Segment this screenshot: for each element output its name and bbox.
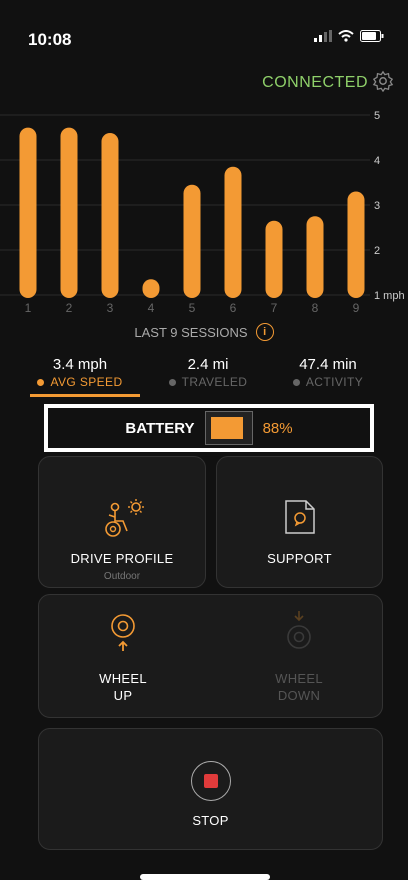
metric-value: 2.4 mi [187,356,229,373]
bar-session-5 [183,184,201,298]
stop-title: STOP [192,813,229,828]
metric-value: 3.4 mph [52,356,108,373]
gear-icon[interactable] [372,70,394,92]
status-time: 10:08 [28,30,72,49]
wheel-controls: WHEEL UP WHEEL DOWN [38,594,383,718]
bar-session-6 [224,166,242,298]
metric-label: ACTIVITY [305,375,364,389]
y-tick-label: 2 [374,245,380,257]
x-tick-label: 5 [189,301,196,315]
bar-session-4 [142,279,160,298]
dot-icon [292,378,300,386]
bar-session-9 [347,191,365,298]
x-tick-label: 3 [107,301,114,315]
y-tick-label: 3 [374,200,380,212]
stop-button[interactable]: STOP [38,728,383,850]
wheel-up-line1: WHEEL [99,671,147,686]
wheel-down-line2: DOWN [277,688,321,703]
wheel-down-icon [287,611,311,649]
battery-indicator: BATTERY 88% [44,404,374,452]
y-tick-label: 5 [374,110,380,122]
battery-fill [210,417,243,439]
drive-profile-subtitle: Outdoor [103,571,141,582]
drive-profile-title: DRIVE PROFILE [70,551,174,566]
metric-activity[interactable]: 47.4 min ACTIVITY [268,356,388,389]
metric-label: AVG SPEED [50,375,123,389]
support-button[interactable]: SUPPORT [216,456,383,588]
x-tick-label: 4 [148,301,155,315]
bar-session-8 [306,216,324,298]
signal-icon [314,30,332,42]
wheel-up-button[interactable]: WHEEL UP [39,595,207,719]
wheel-down-button[interactable]: WHEEL DOWN [215,595,383,719]
home-indicator [140,874,270,880]
bar-session-1 [19,127,37,298]
metric-label: TRAVELED [181,375,248,389]
sessions-label: LAST 9 SESSIONS [134,324,248,340]
x-tick-label: 2 [66,301,73,315]
drive-profile-button[interactable]: DRIVE PROFILE Outdoor [38,456,206,588]
x-tick-label: 8 [312,301,319,315]
drive-profile-icon [105,499,144,537]
y-tick-label: 4 [374,155,380,167]
battery-bar [204,411,253,445]
bar-session-7 [265,220,283,298]
x-tick-label: 9 [353,301,360,315]
metric-avg-speed[interactable]: 3.4 mph AVG SPEED [20,356,140,389]
metric-value: 47.4 min [299,356,357,373]
stop-square [204,774,218,788]
support-title: SUPPORT [267,551,332,566]
battery-label: BATTERY [125,419,195,437]
support-document-icon [285,500,315,534]
wheel-up-line2: UP [113,688,133,703]
metric-traveled[interactable]: 2.4 mi TRAVELED [148,356,268,389]
stop-icon [191,761,231,801]
wheel-up-icon [111,614,135,651]
wifi-icon [338,30,354,42]
x-tick-label: 6 [230,301,237,315]
dot-icon [37,378,45,386]
sessions-caption: LAST 9 SESSIONS i [0,323,408,341]
info-icon[interactable]: i [255,323,274,341]
bar-session-3 [101,133,119,298]
bar-session-2 [60,127,78,298]
active-tab-underline [30,394,140,397]
connection-status: CONNECTED [262,74,368,91]
dot-icon [168,378,176,386]
x-tick-label: 7 [271,301,278,315]
battery-status-icon [360,30,384,42]
x-tick-label: 1 [25,301,32,315]
wheel-down-line1: WHEEL [275,671,323,686]
y-tick-label: 1 mph [374,290,405,302]
battery-percent: 88% [262,419,293,437]
status-icons [314,30,384,42]
sessions-bar-chart: 1 mph 2 3 4 5 1 2 3 4 5 6 7 8 9 [0,110,405,315]
